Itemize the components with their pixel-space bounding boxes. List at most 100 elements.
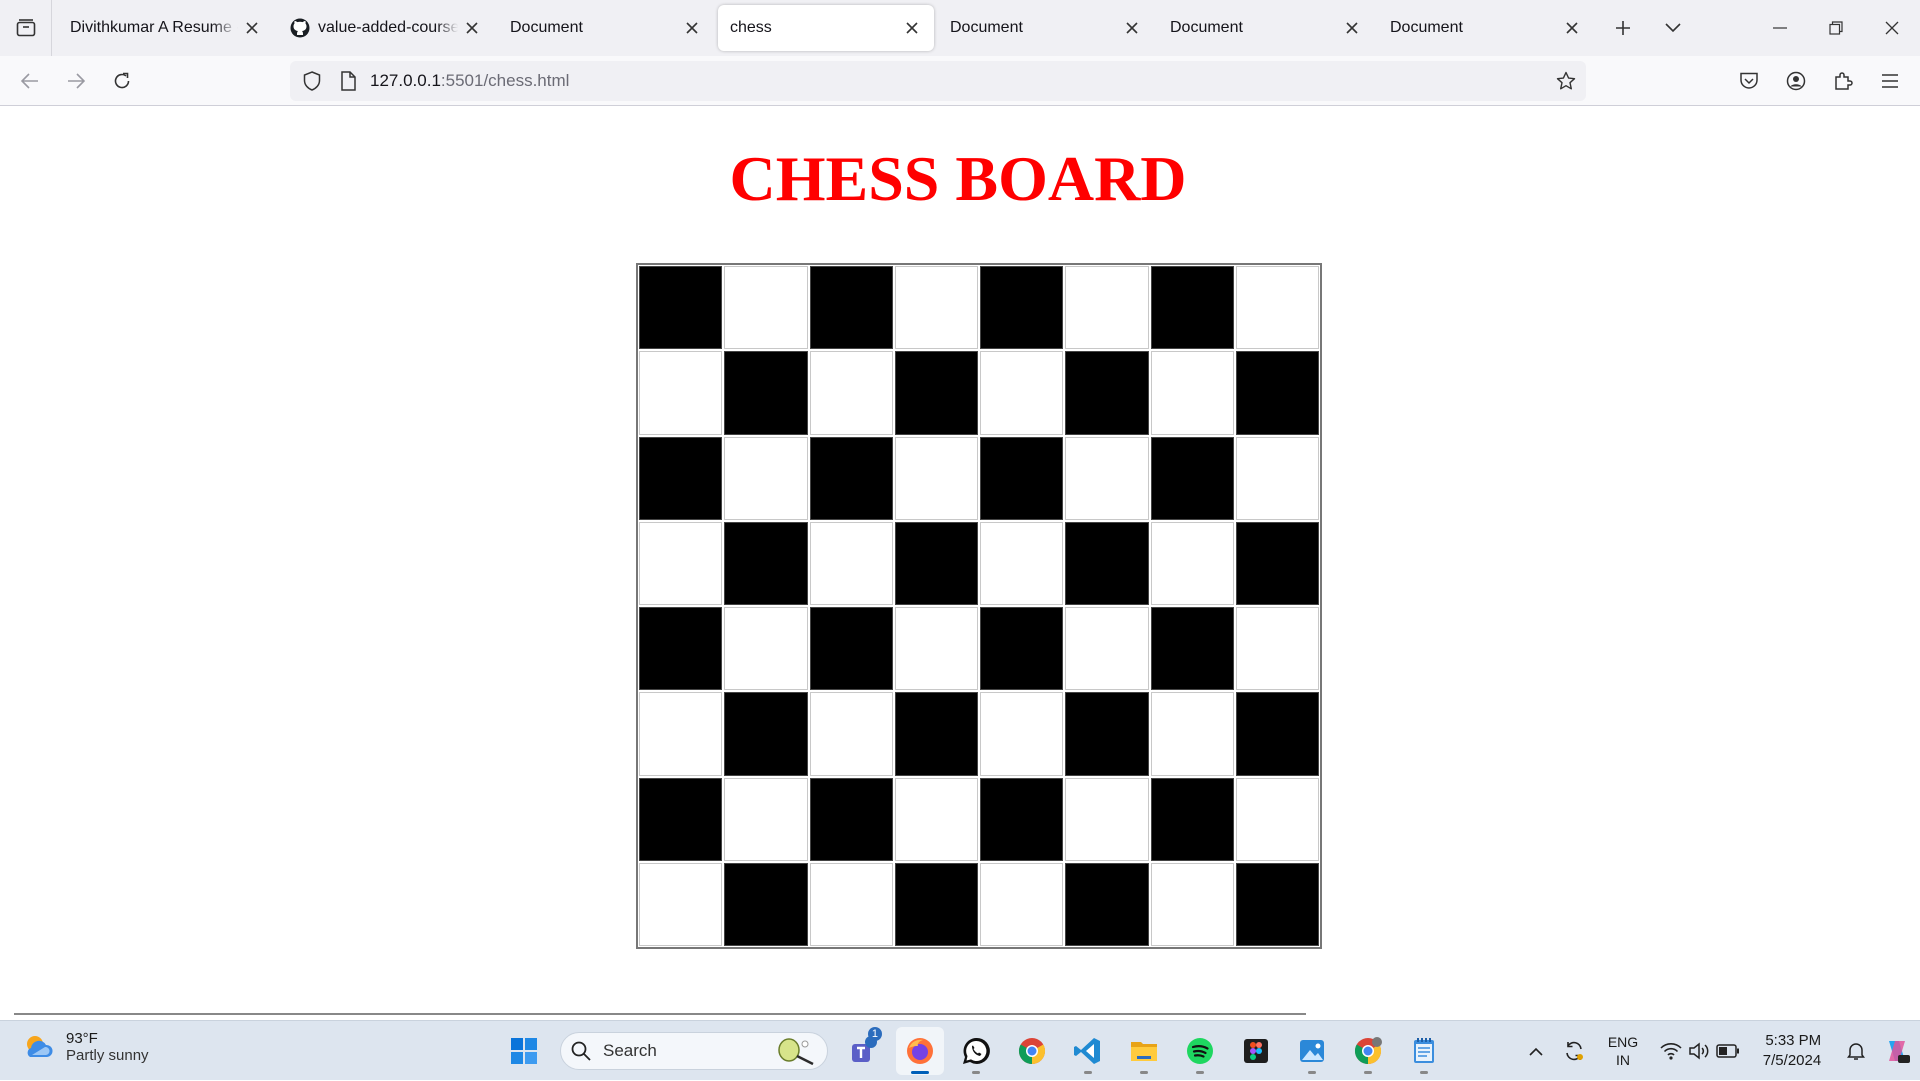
chrome-app[interactable] (1008, 1027, 1056, 1075)
board-square-dark (1235, 351, 1319, 435)
whatsapp-icon (963, 1037, 990, 1064)
search-placeholder: Search (603, 1041, 657, 1060)
tab-title: value-added-course/index (318, 19, 458, 36)
board-square-dark (1235, 521, 1319, 605)
board-square-dark (980, 777, 1064, 861)
quick-settings[interactable] (1652, 1021, 1748, 1081)
sync-status[interactable] (1554, 1021, 1594, 1081)
url-text[interactable]: 127.0.0.1:5501/chess.html (370, 71, 569, 91)
tab-resume[interactable]: Divithkumar A Resume - Divithkumar (58, 5, 274, 51)
close-icon[interactable] (682, 18, 702, 38)
new-tab-button[interactable] (1598, 0, 1648, 56)
close-icon[interactable] (902, 18, 922, 38)
copilot-button[interactable] (1874, 1021, 1920, 1081)
tab-document-4[interactable]: Document (1378, 5, 1594, 51)
board-square-light (639, 862, 723, 946)
taskbar-pinned-apps: Search 1 (496, 1027, 1452, 1075)
board-square-light (980, 521, 1064, 605)
close-icon[interactable] (242, 18, 262, 38)
close-window-button[interactable] (1864, 0, 1920, 56)
pocket-icon (1739, 72, 1758, 89)
taskbar: 93°F Partly sunny Search 1 ENG IN 5:33 P… (0, 1020, 1920, 1080)
toolbar-right (1724, 61, 1912, 101)
tab-chess[interactable]: chess (718, 5, 934, 51)
weather-temperature: 93°F (66, 1030, 98, 1047)
sync-icon (1566, 1041, 1583, 1061)
badminton-doodle-icon (778, 1038, 814, 1066)
show-hidden-icons-button[interactable] (1518, 1021, 1554, 1081)
account-button[interactable] (1773, 61, 1818, 101)
board-square-light (639, 351, 723, 435)
close-icon[interactable] (1122, 18, 1142, 38)
address-bar[interactable]: 127.0.0.1:5501/chess.html (290, 61, 1586, 101)
board-square-dark (1065, 862, 1149, 946)
board-square-dark (639, 607, 723, 691)
close-icon[interactable] (462, 18, 482, 38)
chrome-icon (1018, 1038, 1046, 1065)
tab-github[interactable]: value-added-course/index (278, 5, 494, 51)
running-indicator (1140, 1071, 1148, 1074)
board-square-light (1065, 777, 1149, 861)
board-square-light (639, 692, 723, 776)
horizontal-rule (14, 1013, 1306, 1015)
notepad-app[interactable] (1400, 1027, 1448, 1075)
menu-button[interactable] (1867, 61, 1912, 101)
plus-icon (1616, 21, 1630, 35)
board-square-light (724, 777, 808, 861)
board-square-light (809, 862, 893, 946)
page-info-icon[interactable] (330, 61, 366, 101)
file-explorer-app[interactable] (1120, 1027, 1168, 1075)
windows-start-icon (511, 1038, 537, 1064)
whatsapp-app[interactable] (952, 1027, 1000, 1075)
tracking-protection-icon[interactable] (294, 61, 330, 101)
tab-document-2[interactable]: Document (938, 5, 1154, 51)
board-square-light (1150, 692, 1234, 776)
chrome-profile-app[interactable] (1344, 1027, 1392, 1075)
board-square-dark (1150, 777, 1234, 861)
minimize-button[interactable] (1752, 0, 1808, 56)
weather-widget[interactable]: 93°F Partly sunny (20, 1029, 149, 1065)
board-square-light (724, 436, 808, 520)
board-square-light (809, 351, 893, 435)
tab-document-3[interactable]: Document (1158, 5, 1374, 51)
url-host: 127.0.0.1 (370, 71, 441, 90)
spotify-app[interactable] (1176, 1027, 1224, 1075)
firefox-app[interactable] (896, 1027, 944, 1075)
back-button[interactable] (8, 61, 52, 101)
board-square-dark (1235, 862, 1319, 946)
tab-overflow-button[interactable] (1648, 0, 1698, 56)
tab-document-1[interactable]: Document (498, 5, 714, 51)
close-icon[interactable] (1342, 18, 1362, 38)
forward-button[interactable] (54, 61, 98, 101)
board-square-dark (639, 266, 723, 350)
bookmark-star-icon[interactable] (1554, 69, 1578, 93)
minimize-icon (1773, 27, 1787, 29)
extensions-button[interactable] (1820, 61, 1865, 101)
running-indicator (911, 1071, 929, 1074)
vscode-app[interactable] (1064, 1027, 1112, 1075)
page-title: CHESS BOARD (729, 143, 1187, 214)
close-icon[interactable] (1562, 18, 1582, 38)
vscode-icon (1074, 1038, 1100, 1064)
restore-button[interactable] (1808, 0, 1864, 56)
figma-icon (1244, 1039, 1268, 1063)
board-square-light (1065, 266, 1149, 350)
clock[interactable]: 5:33 PM 7/5/2024 (1748, 1021, 1838, 1081)
board-square-light (809, 521, 893, 605)
search-icon (571, 1041, 591, 1061)
tab-title: chess (730, 19, 772, 36)
board-square-light (1235, 607, 1319, 691)
board-square-light (894, 436, 978, 520)
list-all-tabs-button[interactable] (0, 0, 52, 56)
taskbar-search[interactable]: Search (560, 1032, 828, 1070)
figma-app[interactable] (1232, 1027, 1280, 1075)
reload-button[interactable] (100, 61, 144, 101)
language-indicator[interactable]: ENG IN (1594, 1021, 1652, 1081)
pocket-button[interactable] (1726, 61, 1771, 101)
photos-app[interactable] (1288, 1027, 1336, 1075)
start-button[interactable] (500, 1027, 548, 1075)
teams-app[interactable]: 1 (840, 1027, 888, 1075)
notifications-button[interactable] (1838, 1021, 1874, 1081)
arrow-right-icon (68, 72, 85, 89)
board-square-light (894, 777, 978, 861)
